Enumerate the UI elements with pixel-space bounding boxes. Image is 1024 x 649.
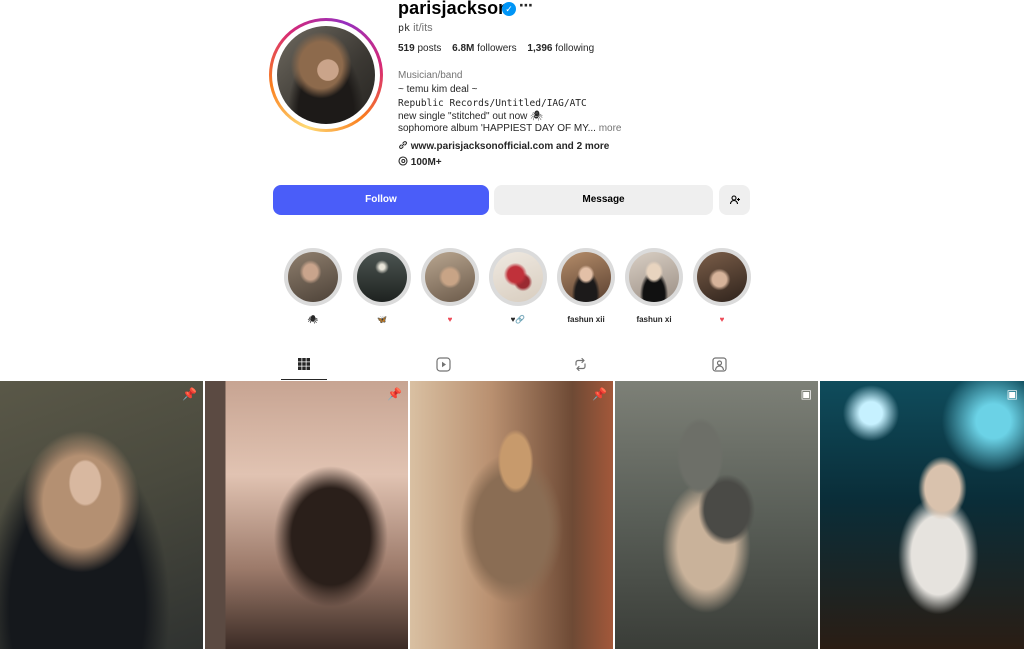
posts-count: 519 posts [398,43,442,54]
highlight-label: ♥ [447,315,453,324]
post-tile[interactable]: 📌 [0,381,203,649]
add-person-icon [729,195,740,205]
pin-icon: 📌 [387,387,402,401]
more-options-icon[interactable]: ⋯ [519,0,533,14]
highlight-cover [629,252,679,302]
highlight-cover [425,252,475,302]
tab-tagged[interactable] [696,353,742,379]
profile-avatar[interactable] [269,18,383,132]
story-highlight[interactable] [625,248,683,306]
story-highlight[interactable] [353,248,411,306]
bio-line: Republic Records/Untitled/IAG/ATC [398,98,587,109]
pronouns: it/its [413,22,433,34]
post-tile[interactable]: ▣ [615,381,818,649]
highlight-label: 🦋 [377,315,387,324]
avatar-photo [277,26,375,124]
display-name: pk [398,23,411,34]
grid-icon [298,358,310,370]
profile-category: Musician/band [398,70,463,81]
verified-badge-icon: ✓ [502,2,516,16]
bio-line: new single "stitched" out now 🕷 [398,111,543,122]
pin-icon: 📌 [592,387,607,401]
bio-line: ~ temu kim deal ~ [398,84,478,95]
tab-reels[interactable] [420,353,466,379]
post-tile[interactable]: 📌 [205,381,408,649]
bio-line-last: sophomore album 'HAPPIEST DAY OF MY... m… [398,123,622,134]
story-highlight[interactable] [284,248,342,306]
reels-icon [435,357,451,372]
highlight-label: fashun xii [567,315,605,324]
highlight-cover [561,252,611,302]
highlight-label: 🕷 [307,315,319,324]
repost-icon [574,357,586,372]
tagged-icon [711,357,727,372]
threads-icon [398,156,408,166]
post-tile[interactable]: 📌 [410,381,613,649]
profile-stats: 519 posts 6.8M followers 1,396 following [398,43,594,54]
story-highlight[interactable] [421,248,479,306]
carousel-icon: ▣ [1006,387,1018,401]
highlight-label: ♥ [719,315,725,324]
link-icon [399,141,407,149]
threads-link[interactable]: 100M+ [398,156,442,168]
story-highlight[interactable] [489,248,547,306]
profile-username: parisjackson [398,0,510,18]
bio-more-link[interactable]: more [599,123,622,134]
tab-posts[interactable] [281,353,327,380]
highlight-label: ♥🔗 [510,315,526,324]
post-tile[interactable]: ▣ [820,381,1024,649]
follow-button[interactable]: Follow [273,185,489,215]
story-highlight[interactable] [557,248,615,306]
highlight-cover [493,252,543,302]
pin-icon: 📌 [182,387,197,401]
tab-reposts[interactable] [557,353,603,379]
suggested-accounts-button[interactable] [719,185,750,215]
profile-name-line: pk it/its [398,22,433,34]
followers-count[interactable]: 6.8M followers [452,43,516,54]
message-button[interactable]: Message [494,185,713,215]
external-link[interactable]: www.parisjacksonofficial.com and 2 more [398,140,609,152]
highlight-cover [357,252,407,302]
highlight-cover [288,252,338,302]
story-highlight[interactable] [693,248,751,306]
following-count[interactable]: 1,396 following [527,43,594,54]
highlight-label: fashun xi [636,315,672,324]
highlight-cover [697,252,747,302]
carousel-icon: ▣ [800,387,812,401]
